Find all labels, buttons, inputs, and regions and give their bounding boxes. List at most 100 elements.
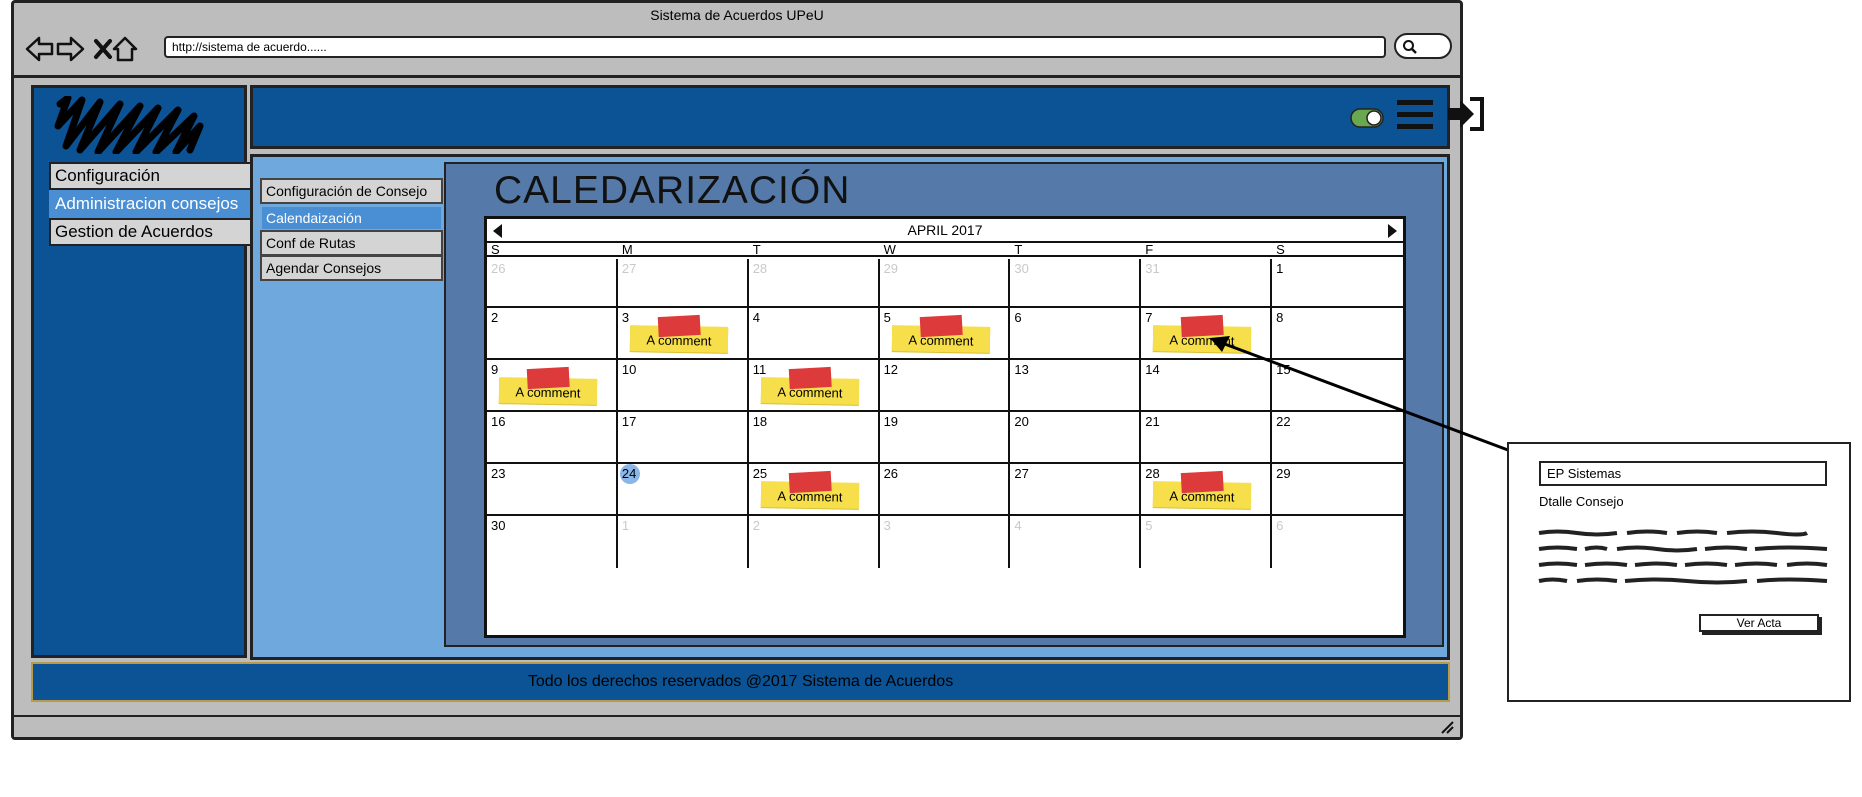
placeholder-text-scribble (1538, 529, 1828, 585)
back-arrow-icon[interactable] (24, 33, 56, 65)
search-icon (1403, 40, 1417, 54)
comment-text: A comment (1169, 488, 1235, 505)
comment-text: A comment (907, 332, 974, 349)
calendar-day-cell[interactable]: 31 (1141, 259, 1273, 308)
sticky-note-comment[interactable]: A comment (760, 470, 859, 509)
day-number: 12 (883, 362, 899, 377)
calendar-day-cell[interactable]: 30 (1010, 259, 1142, 308)
comment-text: A comment (515, 384, 581, 401)
calendar-day-cell[interactable]: 10 (617, 360, 749, 412)
day-number: 7 (1145, 310, 1153, 325)
calendar-day-cell[interactable]: 3 A comment (617, 308, 749, 360)
sidebar-item-gestion-acuerdos[interactable]: Gestion de Acuerdos (49, 218, 256, 246)
sticky-note-comment[interactable]: A comment (891, 314, 990, 353)
calendar-day-cell[interactable]: 28 (748, 259, 880, 308)
calendar-day-cell[interactable]: 14 (1141, 360, 1273, 412)
calendar-day-cell[interactable]: 7 A comment (1141, 308, 1273, 360)
day-number: 18 (752, 414, 768, 429)
calendar-day-cell[interactable]: 27 (1010, 464, 1142, 516)
calendar-panel: CALEDARIZACIÓN APRIL 2017 SMTWTFS 26 27 28… (444, 162, 1444, 647)
submenu-calendaizacion[interactable]: Calendaización (260, 205, 443, 231)
calendar-day-cell[interactable]: 1 (618, 516, 749, 568)
weekday-label: S (1276, 242, 1285, 257)
calendar-day-cell[interactable]: 5 A comment (879, 308, 1011, 360)
calendar-day-cell[interactable]: 20 (1010, 412, 1142, 464)
sticky-note-comment[interactable]: A comment (760, 366, 859, 405)
day-number: 17 (621, 414, 637, 429)
hamburger-menu-icon[interactable] (1396, 98, 1434, 132)
calendar-day-cell[interactable]: 19 (879, 412, 1011, 464)
calendar-day-cell[interactable]: 25 A comment (748, 464, 880, 516)
sticky-note-comment[interactable]: A comment (498, 366, 598, 405)
weekday-label: M (621, 242, 633, 257)
calendar-day-cell[interactable]: 4 (1010, 516, 1142, 568)
calendar-day-cell[interactable]: 18 (748, 412, 880, 464)
day-number: 4 (752, 310, 760, 325)
top-header-bar (250, 85, 1484, 149)
window-title: Sistema de Acuerdos UPeU (650, 7, 824, 23)
sticky-note-comment[interactable]: A comment (1153, 470, 1252, 509)
day-number: 10 (621, 362, 637, 377)
calendar-day-cell[interactable]: 22 (1272, 412, 1403, 464)
sticky-note-comment[interactable]: A comment (1153, 314, 1252, 353)
calendar-day-cell[interactable]: 12 (879, 360, 1011, 412)
day-number: 26 (883, 466, 899, 481)
calendar-day-cell[interactable]: 2 (749, 516, 880, 568)
browser-status-bar (14, 715, 1460, 737)
calendar-day-cell[interactable]: 16 (487, 412, 618, 464)
calendar-day-cell[interactable]: 17 (617, 412, 749, 464)
calendar-day-cell[interactable]: 5 (1141, 516, 1273, 568)
calendar-day-cell[interactable]: 1 (1272, 259, 1403, 308)
submenu-agendar-consejos[interactable]: Agendar Consejos (260, 255, 443, 281)
calendar-day-cell[interactable]: 15 (1272, 360, 1403, 412)
home-icon[interactable] (109, 33, 141, 65)
resize-grip-icon[interactable] (1440, 720, 1454, 734)
day-number: 31 (1145, 261, 1160, 276)
ver-acta-button[interactable]: Ver Acta (1699, 614, 1819, 632)
calendar-day-cell[interactable]: 26 (487, 259, 618, 308)
url-bar[interactable]: http://sistema de acuerdo...... (164, 36, 1386, 58)
previous-month-icon[interactable] (493, 224, 502, 238)
day-number: 9 (491, 362, 499, 377)
consejo-name-field[interactable]: EP Sistemas (1539, 461, 1827, 486)
forward-arrow-icon[interactable] (54, 33, 86, 65)
comment-text: A comment (646, 332, 712, 349)
page-title: CALEDARIZACIÓN (494, 169, 851, 212)
calendar-day-cell[interactable]: 27 (617, 259, 749, 308)
submenu-configuracion-consejo[interactable]: Configuración de Consejo (260, 178, 443, 204)
consejo-detail-label: Dtalle Consejo (1539, 494, 1624, 509)
calendar-day-cell[interactable]: 29 (1272, 464, 1403, 516)
sticky-note-comment[interactable]: A comment (629, 314, 729, 353)
calendar-day-cell[interactable]: 9 A comment (487, 360, 618, 412)
toggle-switch-icon[interactable] (1350, 108, 1384, 128)
submenu-conf-rutas[interactable]: Conf de Rutas (260, 230, 443, 256)
browser-search-box[interactable] (1394, 33, 1452, 59)
next-month-icon[interactable] (1388, 224, 1397, 238)
day-number: 6 (1276, 518, 1284, 533)
weekday-label: T (1014, 242, 1023, 257)
browser-window: Sistema de Acuerdos UPeU http://sistema … (11, 0, 1484, 740)
calendar-day-cell[interactable]: 4 (748, 308, 880, 360)
page-viewport: Configuración Administracion consejos Ge… (14, 75, 1484, 715)
calendar-day-cell[interactable]: 24 (617, 464, 749, 516)
calendar-day-cell[interactable]: 29 (879, 259, 1011, 308)
calendar-day-cell[interactable]: 8 (1272, 308, 1403, 360)
calendar-day-cell[interactable]: 6 (1272, 516, 1403, 568)
calendar-day-cell[interactable]: 26 (879, 464, 1011, 516)
calendar-day-cell[interactable]: 13 (1010, 360, 1142, 412)
calendar-day-cell[interactable]: 30 (487, 516, 618, 568)
sidebar: Configuración Administracion consejos Ge… (31, 85, 256, 658)
day-number: 28 (752, 261, 768, 276)
calendar-day-cell[interactable]: 6 (1010, 308, 1142, 360)
calendar-day-cell[interactable]: 11 A comment (748, 360, 880, 412)
sidebar-item-configuracion[interactable]: Configuración (49, 162, 256, 190)
main-content: Configuración de Consejo Calendaización … (250, 154, 1450, 660)
calendar-day-cell[interactable]: 2 (487, 308, 618, 360)
day-number: 5 (1145, 518, 1153, 533)
calendar-day-cell[interactable]: 23 (487, 464, 618, 516)
calendar-day-cell[interactable]: 28 A comment (1141, 464, 1273, 516)
calendar-day-cell[interactable]: 21 (1141, 412, 1273, 464)
calendar-day-cell[interactable]: 3 (880, 516, 1011, 568)
sidebar-item-administracion-consejos[interactable]: Administracion consejos (49, 190, 256, 218)
logout-icon[interactable] (1446, 96, 1486, 132)
